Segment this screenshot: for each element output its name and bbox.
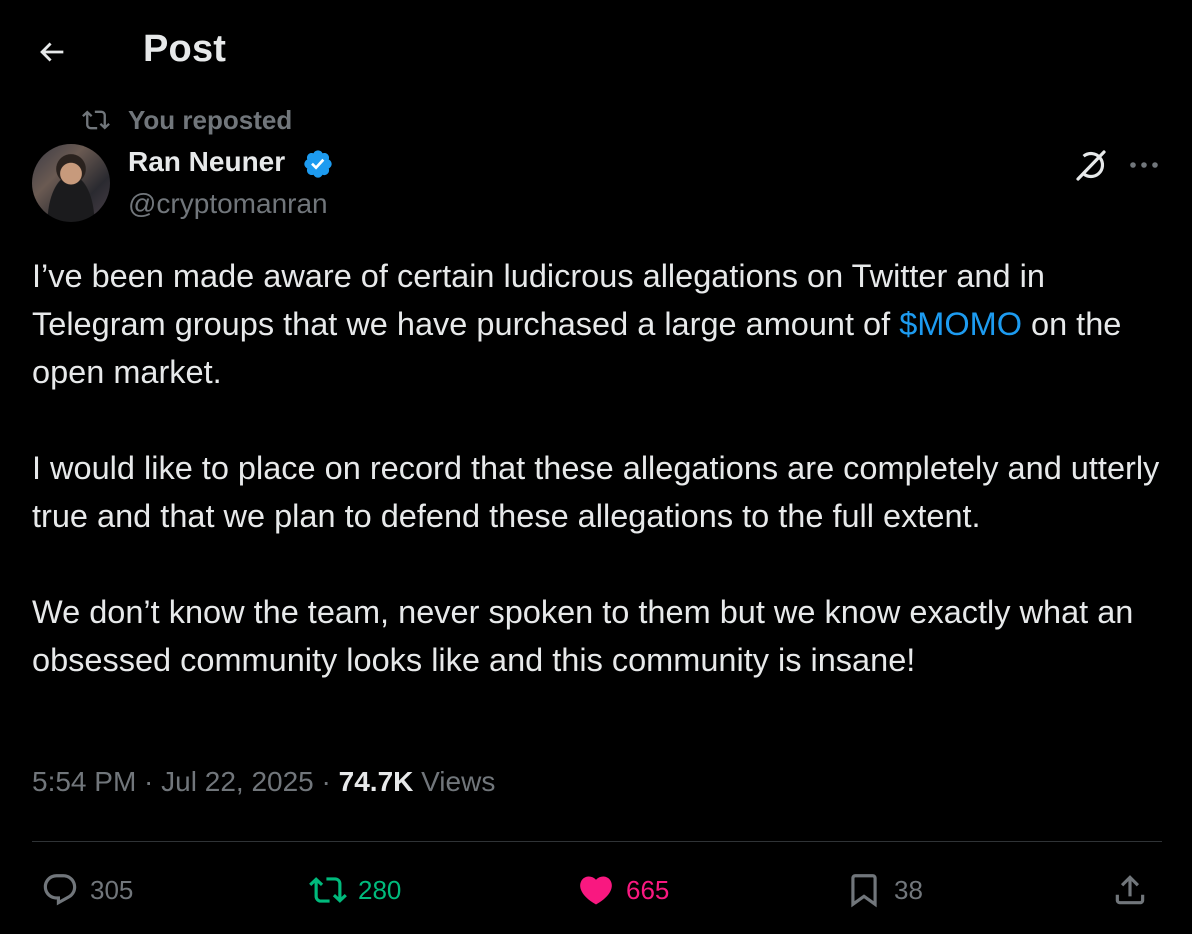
reply-icon	[38, 868, 82, 912]
like-count: 665	[626, 874, 670, 905]
avatar[interactable]	[32, 144, 110, 222]
post-paragraph: We don’t know the team, never spoken to …	[32, 594, 1134, 678]
back-button[interactable]	[30, 30, 74, 74]
share-icon	[1108, 868, 1152, 912]
grok-icon	[1076, 150, 1106, 181]
bookmark-icon	[842, 868, 886, 912]
author-name[interactable]: Ran Neuner	[128, 146, 285, 178]
reply-button[interactable]: 305	[38, 866, 133, 914]
post-paragraph: I’ve been made aware of certain ludicrou…	[32, 252, 1162, 396]
repost-count: 280	[358, 874, 402, 905]
repost-button[interactable]: 280	[306, 866, 401, 914]
post-text-segment: I’ve been made aware of certain ludicrou…	[32, 258, 1045, 342]
repost-indicator[interactable]: You reposted	[80, 104, 292, 136]
heart-icon	[574, 868, 618, 912]
repost-label: You reposted	[128, 104, 293, 135]
share-button[interactable]	[1108, 866, 1152, 914]
post-time[interactable]: 5:54 PM	[32, 766, 136, 797]
meta-separator: ·	[313, 766, 339, 797]
author-handle[interactable]: @cryptomanran	[128, 188, 328, 220]
bookmark-button[interactable]: 38	[842, 866, 923, 914]
post-paragraph: I would like to place on record that the…	[32, 450, 1160, 534]
reply-count: 305	[90, 874, 134, 905]
more-options-button[interactable]	[1124, 146, 1164, 184]
more-icon	[1130, 162, 1158, 168]
page-title: Post	[143, 28, 227, 70]
repost-icon	[80, 104, 114, 136]
bookmark-count: 38	[894, 874, 923, 905]
views-count[interactable]: 74.7K	[339, 766, 414, 797]
views-label: Views	[413, 766, 496, 797]
post-meta: 5:54 PM · Jul 22, 2025 · 74.7K Views	[32, 766, 495, 798]
divider	[32, 841, 1162, 842]
header-bar: Post	[0, 0, 1192, 100]
repost-icon	[306, 868, 350, 912]
post-text: I’ve been made aware of certain ludicrou…	[32, 252, 1162, 684]
meta-separator: ·	[136, 766, 162, 797]
grok-button[interactable]	[1072, 146, 1110, 184]
verified-badge-icon	[304, 150, 332, 178]
arrow-left-icon	[40, 42, 64, 62]
cashtag-link[interactable]: $MOMO	[899, 306, 1022, 342]
post-date[interactable]: Jul 22, 2025	[161, 766, 314, 797]
like-button[interactable]: 665	[574, 866, 669, 914]
